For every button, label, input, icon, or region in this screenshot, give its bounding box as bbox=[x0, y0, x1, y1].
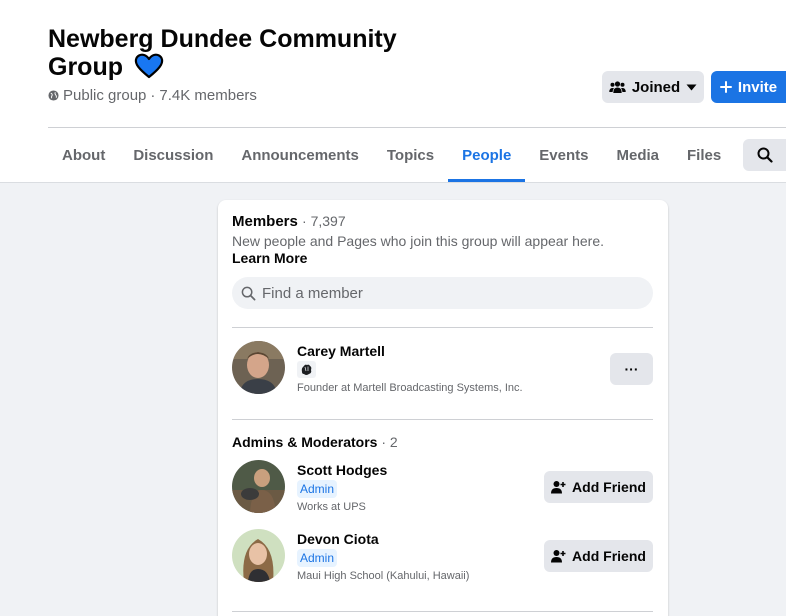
group-tabs: About Discussion Announcements Topics Pe… bbox=[48, 128, 735, 182]
avatar[interactable] bbox=[232, 529, 285, 582]
joined-label: Joined bbox=[631, 78, 681, 96]
group-search-button[interactable] bbox=[743, 139, 786, 171]
admin-name[interactable]: Devon Ciota bbox=[297, 531, 379, 547]
group-title: Newberg Dundee Community Group bbox=[48, 25, 428, 81]
group-member-count[interactable]: 7.4K members bbox=[159, 87, 257, 104]
group-privacy[interactable]: Public group bbox=[63, 87, 146, 104]
add-friend-button[interactable]: Add Friend bbox=[544, 540, 653, 572]
add-friend-label: Add Friend bbox=[572, 548, 646, 564]
members-title: Members bbox=[232, 213, 298, 230]
admins-heading: Admins & Moderators · 2 bbox=[232, 434, 398, 450]
avatar[interactable] bbox=[232, 341, 285, 394]
blue-heart-icon bbox=[134, 53, 164, 79]
members-heading: Members · 7,397 bbox=[232, 213, 346, 230]
joined-button[interactable]: Joined bbox=[602, 71, 704, 103]
tab-topics[interactable]: Topics bbox=[373, 128, 448, 182]
group-meta: Public group · 7.4K members bbox=[48, 87, 257, 104]
tab-files[interactable]: Files bbox=[673, 128, 735, 182]
admin-subtitle: Works at UPS bbox=[297, 501, 366, 513]
admin-row: Scott Hodges Admin Works at UPS Add Frie… bbox=[232, 460, 653, 520]
admin-badge: Admin bbox=[297, 480, 338, 498]
founder-badge-icon bbox=[297, 361, 316, 378]
admin-row: Devon Ciota Admin Maui High School (Kahu… bbox=[232, 529, 653, 589]
admin-subtitle: Maui High School (Kahului, Hawaii) bbox=[297, 570, 470, 582]
caret-down-icon bbox=[686, 84, 697, 90]
avatar[interactable] bbox=[232, 460, 285, 513]
admins-title: Admins & Moderators bbox=[232, 434, 378, 450]
search-icon bbox=[757, 147, 773, 163]
invite-label: Invite bbox=[737, 78, 778, 96]
tab-people[interactable]: People bbox=[448, 128, 526, 182]
meta-separator: · bbox=[150, 87, 156, 104]
group-header: Newberg Dundee Community Group Public gr… bbox=[0, 0, 786, 183]
members-count: · 7,397 bbox=[302, 213, 346, 229]
tab-announcements[interactable]: Announcements bbox=[227, 128, 373, 182]
add-friend-button[interactable]: Add Friend bbox=[544, 471, 653, 503]
tab-media[interactable]: Media bbox=[603, 128, 674, 182]
admin-name[interactable]: Scott Hodges bbox=[297, 462, 387, 478]
tab-about[interactable]: About bbox=[48, 128, 119, 182]
member-subtitle: Founder at Martell Broadcasting Systems,… bbox=[297, 382, 523, 394]
admins-count: · 2 bbox=[381, 434, 398, 450]
tab-events[interactable]: Events bbox=[525, 128, 602, 182]
add-friend-label: Add Friend bbox=[572, 479, 646, 495]
learn-more-link[interactable]: Learn More bbox=[232, 250, 307, 266]
divider bbox=[232, 419, 653, 420]
group-title-text[interactable]: Newberg Dundee Community Group bbox=[48, 25, 397, 81]
member-search-box[interactable] bbox=[232, 277, 653, 309]
divider bbox=[232, 611, 653, 612]
add-friend-icon bbox=[551, 550, 566, 563]
members-card: Members · 7,397 New people and Pages who… bbox=[218, 200, 668, 616]
invite-button[interactable]: Invite bbox=[711, 71, 786, 103]
more-options-button[interactable]: ··· bbox=[610, 353, 653, 385]
add-friend-icon bbox=[551, 481, 566, 494]
member-search-input[interactable] bbox=[262, 284, 642, 302]
tab-discussion[interactable]: Discussion bbox=[119, 128, 227, 182]
member-row-founder: Carey Martell Founder at Martell Broadca… bbox=[232, 341, 653, 401]
people-icon bbox=[609, 81, 626, 93]
member-name[interactable]: Carey Martell bbox=[297, 343, 385, 359]
plus-icon bbox=[719, 81, 732, 93]
members-description-text: New people and Pages who join this group… bbox=[232, 233, 605, 249]
search-icon bbox=[241, 286, 256, 300]
members-description: New people and Pages who join this group… bbox=[232, 233, 642, 267]
divider bbox=[232, 327, 653, 328]
globe-icon bbox=[48, 90, 59, 101]
admin-badge: Admin bbox=[297, 549, 338, 567]
